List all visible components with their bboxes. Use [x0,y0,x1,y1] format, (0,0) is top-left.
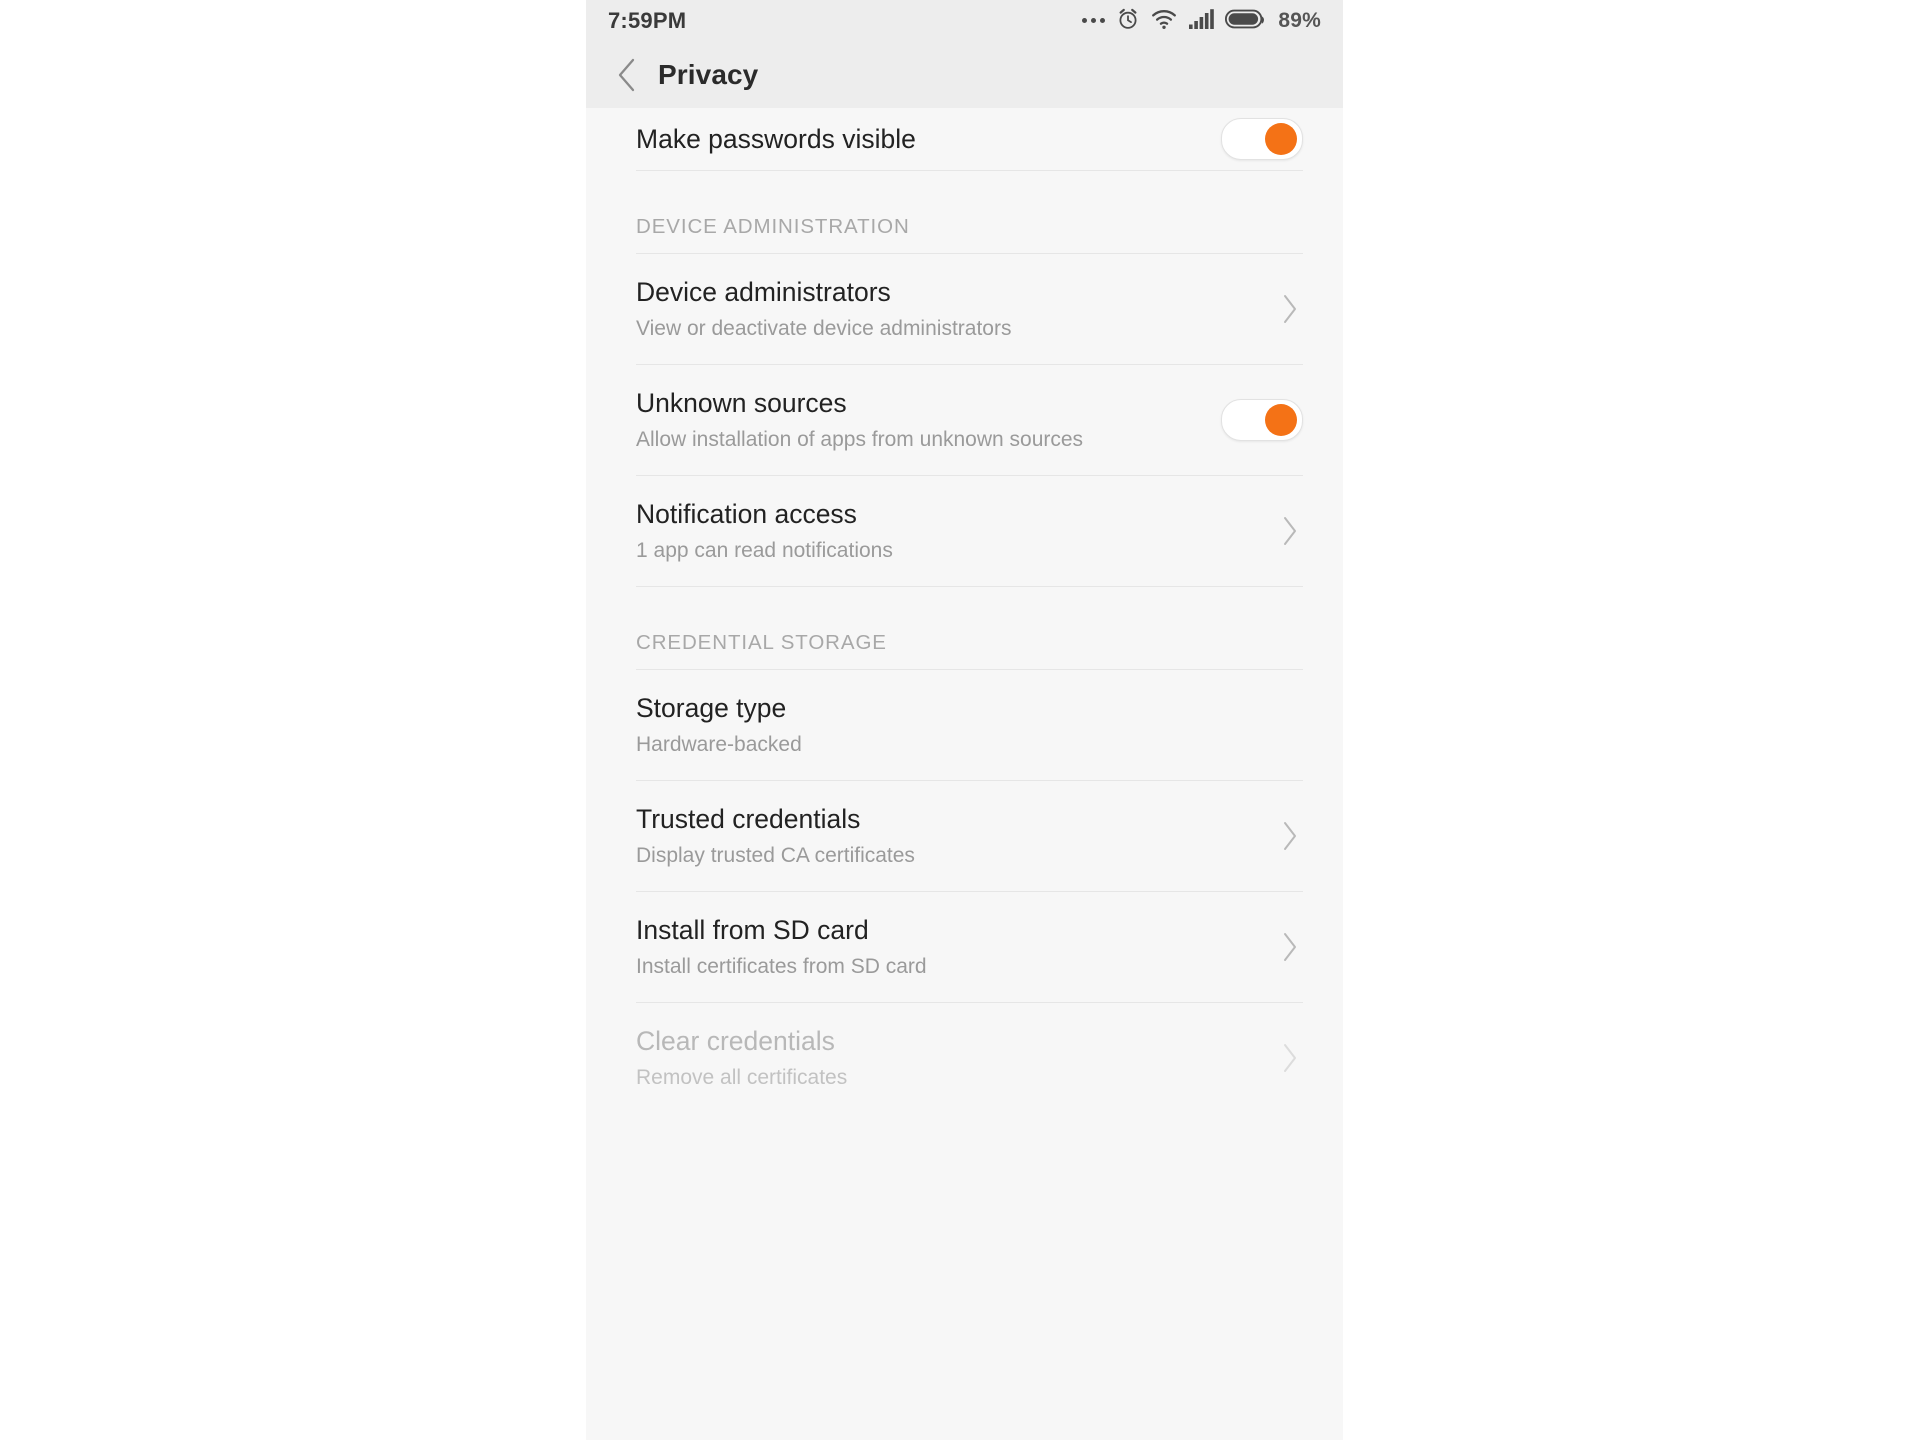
battery-icon [1225,8,1267,35]
app-bar: Privacy [586,42,1343,108]
row-text-group: Notification access 1 app can read notif… [636,499,1257,563]
settings-list: Make passwords visible DEVICE ADMINISTRA… [586,108,1343,1133]
ellipsis-icon [1082,17,1106,25]
setting-title: Device administrators [636,277,891,308]
setting-row-trusted-credentials[interactable]: Trusted credentials Display trusted CA c… [586,781,1343,891]
section-header-device-administration: DEVICE ADMINISTRATION [636,215,910,238]
setting-subtitle: View or deactivate device administrators [636,316,1012,340]
phone-screen: 7:59PM 89% Privacy Make passwords visibl… [586,0,1343,1440]
wifi-icon [1151,8,1177,35]
setting-subtitle: Display trusted CA certificates [636,843,915,867]
row-text-group: Unknown sources Allow installation of ap… [636,388,1199,452]
setting-title: Storage type [636,693,787,724]
setting-title: Notification access [636,499,857,530]
toggle-unknown-sources[interactable] [1221,399,1303,441]
chevron-right-icon [1277,1040,1303,1076]
setting-row-clear-credentials: Clear credentials Remove all certificate… [586,1003,1343,1113]
setting-title: Install from SD card [636,915,869,946]
toggle-thumb [1265,123,1297,155]
toggle-make-passwords-visible[interactable] [1221,118,1303,160]
row-text-group: Make passwords visible [636,124,1199,154]
chevron-right-icon [1277,929,1303,965]
row-text-group: Device administrators View or deactivate… [636,277,1257,341]
chevron-right-icon [1277,513,1303,549]
setting-row-install-from-sd-card[interactable]: Install from SD card Install certificate… [586,892,1343,1002]
chevron-right-icon [1277,291,1303,327]
setting-title: Clear credentials [636,1026,835,1057]
setting-row-device-administrators[interactable]: Device administrators View or deactivate… [586,254,1343,364]
section-header-credential-storage: CREDENTIAL STORAGE [636,631,887,654]
setting-row-unknown-sources[interactable]: Unknown sources Allow installation of ap… [586,365,1343,475]
setting-row-make-passwords-visible[interactable]: Make passwords visible [586,108,1343,170]
setting-row-notification-access[interactable]: Notification access 1 app can read notif… [586,476,1343,586]
chevron-left-icon [618,58,635,92]
alarm-clock-icon [1116,7,1140,36]
setting-subtitle: Remove all certificates [636,1065,848,1089]
setting-subtitle: 1 app can read notifications [636,538,893,562]
battery-percentage-label: 89% [1278,9,1321,32]
setting-row-storage-type[interactable]: Storage type Hardware-backed [586,670,1343,780]
row-text-group: Storage type Hardware-backed [636,693,1303,757]
setting-title: Trusted credentials [636,804,861,835]
status-bar-clock: 7:59PM [608,8,687,33]
toggle-thumb [1265,404,1297,436]
row-text-group: Clear credentials Remove all certificate… [636,1026,1257,1090]
status-bar: 7:59PM 89% [586,0,1343,42]
setting-subtitle: Hardware-backed [636,732,802,756]
chevron-right-icon [1277,818,1303,854]
row-text-group: Install from SD card Install certificate… [636,915,1257,979]
row-text-group: Trusted credentials Display trusted CA c… [636,804,1257,868]
back-button[interactable] [610,58,644,92]
setting-subtitle: Allow installation of apps from unknown … [636,427,1084,451]
page-title: Privacy [658,59,759,90]
cellular-signal-icon [1188,8,1215,35]
setting-title: Make passwords visible [636,123,916,154]
status-bar-icons: 89% [1082,7,1321,36]
setting-title: Unknown sources [636,388,847,419]
setting-subtitle: Install certificates from SD card [636,954,927,978]
